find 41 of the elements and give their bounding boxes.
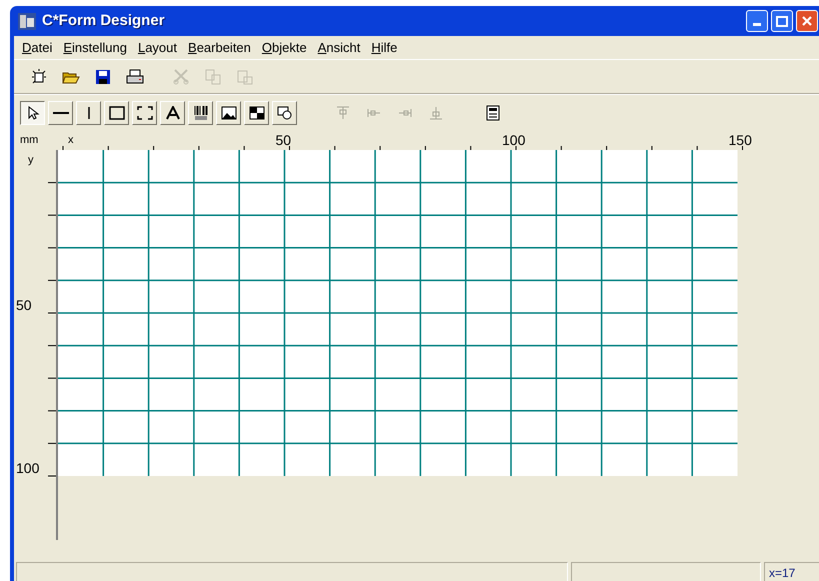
ruler-mark: 150 [728, 131, 752, 150]
checkerboard-icon [248, 106, 264, 120]
menu-item[interactable]: Objekte [258, 38, 311, 58]
image-icon [220, 106, 236, 120]
menu-item[interactable]: Datei [18, 38, 56, 58]
window-title: C*Form Designer [42, 10, 165, 31]
frame-icon [136, 106, 152, 120]
maximize-icon [776, 16, 788, 26]
line-icon [52, 112, 68, 114]
unit-label: mm [19, 133, 40, 148]
coordinates-pane: x=17 [764, 562, 819, 581]
scissors-icon [172, 68, 190, 86]
menu-item[interactable]: Bearbeiten [184, 38, 255, 58]
ruler-mark: 100 [16, 459, 40, 478]
menu-item[interactable]: Hilfe [367, 38, 402, 58]
pointer-icon [26, 106, 40, 120]
text-tool-icon [166, 106, 180, 120]
ruler-mark: 50 [276, 131, 292, 150]
minimize-icon [753, 23, 761, 26]
ruler-mark: 50 [16, 296, 32, 315]
ruler-mark: 100 [502, 131, 526, 150]
menu-item[interactable]: Ansicht [314, 38, 364, 58]
rectangle-icon [108, 106, 124, 120]
menu-item[interactable]: Layout [134, 38, 182, 58]
vertical-line-icon [86, 106, 90, 120]
close-icon [801, 15, 813, 27]
minimize-button[interactable] [746, 10, 768, 32]
x-axis-label: x [68, 133, 74, 148]
shape-icon [276, 106, 292, 120]
tool-button[interactable] [20, 100, 45, 124]
paste-icon [236, 68, 254, 86]
maximize-button[interactable] [771, 10, 793, 32]
printer-icon [126, 68, 144, 86]
y-axis-label: y [28, 153, 34, 168]
new-document-icon [30, 68, 48, 86]
menu-item[interactable]: Einstellung [59, 38, 131, 58]
align-top-icon [334, 104, 352, 122]
barcode-icon [192, 104, 208, 120]
app-icon [18, 12, 36, 30]
close-button[interactable] [796, 10, 818, 32]
copy-icon [204, 68, 222, 86]
